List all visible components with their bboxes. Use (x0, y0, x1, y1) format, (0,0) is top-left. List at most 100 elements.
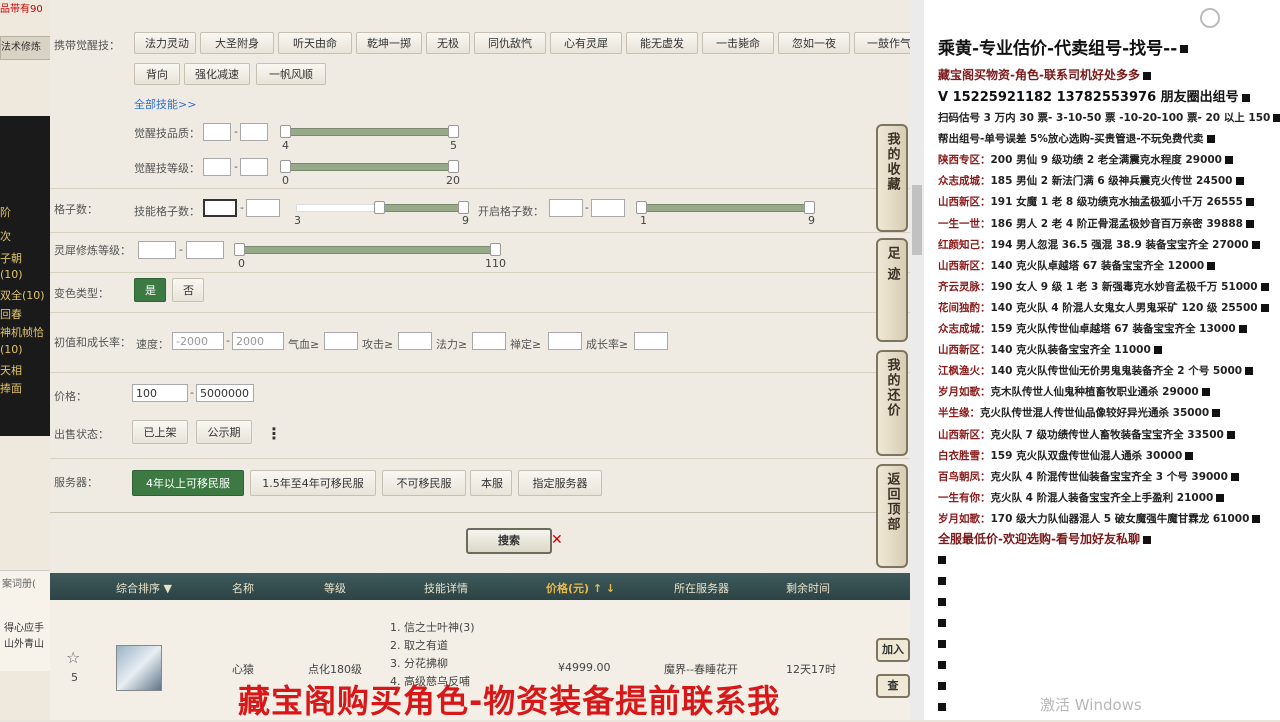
speed-label: 速度： (136, 338, 169, 351)
growth-rate-input[interactable] (634, 332, 668, 350)
row-price: ¥4999.00 (558, 661, 611, 674)
awaken-skill-chip[interactable]: 忽如一夜 (778, 32, 850, 54)
spirit-max-input[interactable] (186, 241, 224, 259)
server-option[interactable]: 4年以上可移民服 (132, 470, 244, 496)
speed-min-input[interactable]: -2000 (172, 332, 224, 350)
skill-slots-min-input[interactable] (203, 199, 237, 217)
skill-slots-max-input[interactable] (246, 199, 280, 217)
avatar[interactable] (116, 645, 162, 691)
sort-comprehensive[interactable]: 综合排序 ▼ (116, 580, 172, 596)
search-button[interactable]: 搜索 (466, 528, 552, 554)
col-name: 名称 (232, 582, 254, 595)
spirit-slider[interactable] (238, 246, 496, 254)
range-dash: - (226, 334, 230, 347)
star-icon[interactable]: ☆ (66, 648, 80, 667)
awaken-quality-max-input[interactable] (240, 123, 268, 141)
awaken-skill-chip[interactable]: 大圣附身 (200, 32, 274, 54)
awaken-level-min-input[interactable] (203, 158, 231, 176)
table-header: 综合排序 ▼ 名称 等级 技能详情 价格(元) ↑ ↓ 所在服务器 剩余时间 (50, 573, 910, 600)
open-slots-min-input[interactable] (549, 199, 583, 217)
price-max-input[interactable]: 5000000 (196, 384, 254, 402)
back-to-top-tab[interactable]: 返回顶部 (876, 464, 908, 568)
zen-input[interactable] (548, 332, 582, 350)
awaken-skill-chip[interactable]: 同仇敌忾 (474, 32, 546, 54)
slots-label: 格子数： (54, 203, 98, 216)
left-item[interactable]: 子朝 (0, 250, 50, 268)
range-dash: - (240, 201, 244, 214)
left-item[interactable]: 捧面 (0, 380, 50, 398)
awaken-skill-chip[interactable]: 一帆风顺 (256, 63, 326, 85)
left-item[interactable]: (10) (0, 343, 50, 361)
awaken-skill-chip[interactable]: 听天由命 (278, 32, 352, 54)
left-item[interactable]: 阶 (0, 204, 50, 222)
slider-handle-max[interactable] (804, 201, 815, 214)
awaken-skill-chip[interactable]: 强化减速 (184, 63, 250, 85)
server-option[interactable]: 1.5年至4年可移民服 (250, 470, 376, 496)
slider-handle-max[interactable] (490, 243, 501, 256)
listing-text: 岁月如歌：170 级大力队仙器混人 5 破女魔强牛魔甘霖龙 61000 (938, 512, 1250, 525)
sale-public-button[interactable]: 公示期 (196, 420, 252, 444)
sale-listed-button[interactable]: 已上架 (132, 420, 188, 444)
spirit-min-input[interactable] (138, 241, 176, 259)
awaken-skill-chip[interactable]: 一鼓作气 (854, 32, 910, 54)
subtitle-text: V 15225921182 13782553976 朋友圈出组号 (938, 90, 1239, 105)
awaken-skill-chip[interactable]: 法力灵动 (134, 32, 196, 54)
speed-max-input[interactable]: 2000 (232, 332, 284, 350)
slider-handle-min[interactable] (280, 160, 291, 173)
price-min-input[interactable]: 100 (132, 384, 188, 402)
hp-input[interactable] (324, 332, 358, 350)
scrollbar[interactable] (910, 0, 924, 720)
awaken-skill-chip[interactable]: 背向 (134, 63, 180, 85)
all-skills-link[interactable]: 全部技能>> (134, 96, 196, 112)
scrollbar-thumb[interactable] (912, 185, 922, 255)
awaken-level-slider[interactable] (284, 163, 456, 171)
sort-price[interactable]: 价格(元) ↑ ↓ (546, 580, 615, 596)
awaken-skill-chip[interactable]: 能无虚发 (626, 32, 698, 54)
footprint-tab[interactable]: 足迹 (876, 238, 908, 342)
server-option[interactable]: 本服 (470, 470, 512, 496)
variant-yes-button[interactable]: 是 (134, 278, 166, 302)
add-button[interactable]: 加入 (876, 638, 910, 662)
open-slots-slider[interactable] (642, 204, 810, 212)
awaken-quality-min-input[interactable] (203, 123, 231, 141)
listing-text: 扫码估号 3 万内 30 票- 3-10-50 票 -10-20-100 票- … (938, 112, 1271, 124)
listing-text: 山西新区：克火队 7 级功绩传世人畜牧装备宝宝齐全 33500 (938, 428, 1224, 441)
server-option[interactable]: 指定服务器 (518, 470, 602, 496)
awaken-skill-chip[interactable]: 一击毙命 (702, 32, 774, 54)
left-item[interactable]: 天相 (0, 362, 50, 380)
view-button[interactable]: 查 (876, 674, 910, 698)
right-info-panel: 乘黄-专业估价-代卖组号-找号-- 藏宝阁买物资-角色-联系司机好处多多 V 1… (924, 0, 1280, 720)
awaken-quality-slider[interactable] (284, 128, 456, 136)
slider-max-value: 20 (446, 174, 460, 187)
favorites-tab[interactable]: 我的收藏 (876, 124, 908, 232)
slider-handle-min[interactable] (280, 125, 291, 138)
atk-input[interactable] (398, 332, 432, 350)
awaken-level-max-input[interactable] (240, 158, 268, 176)
left-item[interactable]: 神机帧恰 (0, 324, 50, 342)
awaken-skill-chip[interactable]: 乾坤一掷 (356, 32, 422, 54)
left-item[interactable]: 回春 (0, 306, 50, 324)
slider-handle-max[interactable] (448, 160, 459, 173)
more-icon[interactable]: ⋮ (266, 424, 282, 443)
left-bottom-tab[interactable]: 案词册( (2, 575, 36, 590)
awaken-skill-chip[interactable]: 心有灵犀 (550, 32, 622, 54)
slider-handle-min[interactable] (636, 201, 647, 214)
left-item[interactable]: (10) (0, 268, 50, 286)
skill-slots-slider[interactable] (380, 204, 464, 212)
left-item[interactable]: 次 (0, 228, 50, 246)
mana-input[interactable] (472, 332, 506, 350)
slider-handle-min[interactable] (234, 243, 245, 256)
counter-offer-tab[interactable]: 我的还价 (876, 350, 908, 456)
awaken-skill-chip[interactable]: 无极 (426, 32, 470, 54)
left-item[interactable]: 双全(10) (0, 287, 50, 305)
bullet-icon (938, 682, 946, 690)
server-option[interactable]: 不可移民服 (382, 470, 466, 496)
slider-handle-max[interactable] (458, 201, 469, 214)
left-tab-spell[interactable]: 法术修炼 (0, 36, 50, 60)
close-icon[interactable]: ✕ (551, 532, 563, 548)
open-slots-max-input[interactable] (591, 199, 625, 217)
divider (50, 512, 910, 513)
variant-no-button[interactable]: 否 (172, 278, 204, 302)
slider-handle-max[interactable] (448, 125, 459, 138)
slider-handle-min[interactable] (374, 201, 385, 214)
